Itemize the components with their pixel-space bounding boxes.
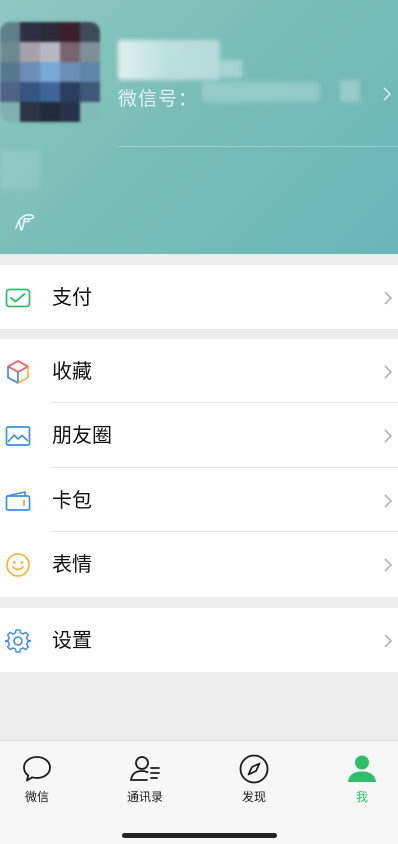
menu-item-pay[interactable]: 支付 (0, 265, 398, 329)
header-divider (118, 146, 398, 147)
home-indicator[interactable] (122, 833, 277, 838)
tab-discover[interactable]: 发现 (214, 741, 294, 811)
tab-chats[interactable]: 微信 (0, 741, 77, 811)
menu-item-cards[interactable]: 卡包 (0, 468, 398, 532)
header-blur-patch (0, 150, 40, 190)
menu-item-label: 收藏 (52, 359, 92, 383)
picture-icon (5, 426, 31, 446)
tab-label: 我 (355, 790, 368, 804)
cube-icon (7, 360, 29, 384)
wechat-id-redacted (202, 82, 320, 102)
chat-bubble-icon (23, 756, 51, 782)
status-icon[interactable] (12, 208, 38, 234)
tab-me[interactable]: 我 (322, 741, 398, 811)
tab-label: 微信 (24, 790, 49, 804)
avatar[interactable] (0, 22, 100, 122)
smiley-icon (6, 553, 30, 577)
chevron-right-icon (384, 494, 393, 508)
card-icon (5, 491, 31, 511)
chevron-right-icon (384, 365, 393, 379)
menu-item-stickers[interactable]: 表情 (0, 532, 398, 597)
bottom-tab-bar: 微信 通讯录 发现 我 (0, 740, 398, 844)
chevron-right-icon (384, 291, 393, 305)
profile-header[interactable]: 微信号： (0, 0, 398, 254)
wechat-id-label: 微信号： (118, 88, 199, 110)
nickname-redacted-tail (220, 60, 242, 78)
menu-item-label: 表情 (52, 552, 92, 576)
tab-label: 发现 (241, 790, 266, 804)
menu-item-label: 支付 (52, 285, 92, 309)
menu-item-settings[interactable]: 设置 (0, 608, 398, 672)
menu-item-label: 设置 (52, 628, 92, 652)
chevron-right-icon (384, 634, 393, 648)
tab-contacts[interactable]: 通讯录 (105, 741, 185, 811)
gear-icon (5, 629, 31, 653)
nickname-redacted (118, 40, 220, 80)
chevron-right-icon (384, 429, 393, 443)
person-icon (348, 755, 376, 782)
menu-item-moments[interactable]: 朋友圈 (0, 403, 398, 468)
settings-section: 设置 (0, 608, 398, 672)
menu-item-label: 卡包 (52, 488, 92, 512)
wallet-icon (5, 288, 31, 308)
menu-item-label: 朋友圈 (52, 423, 112, 447)
tab-label: 通讯录 (126, 790, 163, 804)
chevron-right-icon (384, 558, 393, 572)
menu-item-favorites[interactable]: 收藏 (0, 339, 398, 403)
chevron-right-icon (383, 87, 392, 101)
qr-code-redacted[interactable] (340, 80, 360, 102)
pay-section: 支付 (0, 265, 398, 329)
features-section: 收藏 朋友圈 卡包 表情 (0, 339, 398, 597)
contacts-icon (130, 756, 160, 781)
compass-icon (239, 754, 269, 784)
